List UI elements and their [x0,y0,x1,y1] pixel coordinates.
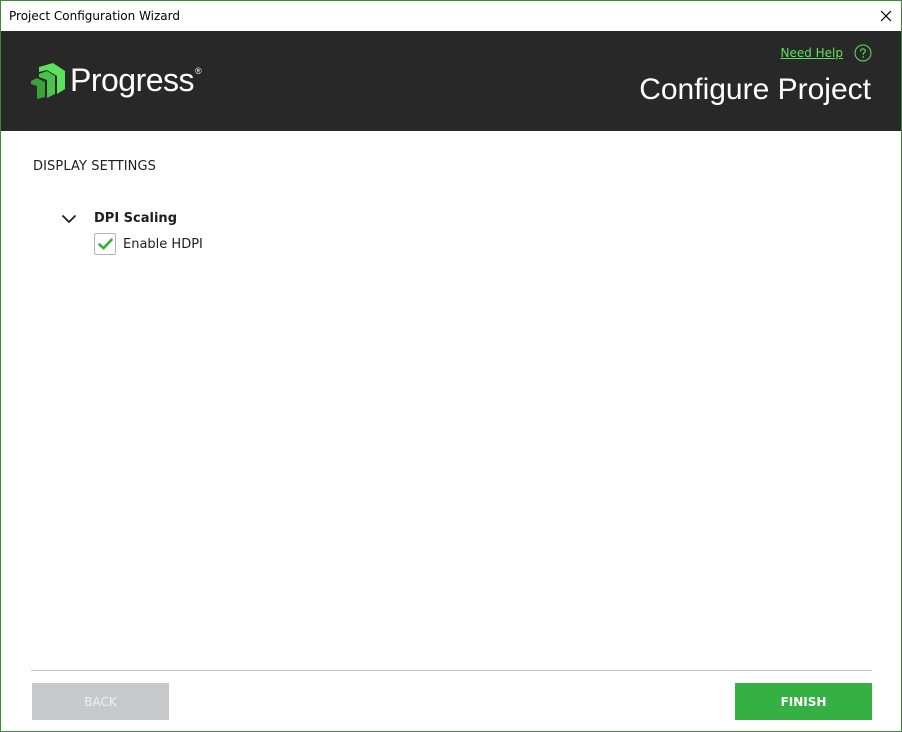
section-title: DISPLAY SETTINGS [33,159,157,174]
option-enable-hdpi: Enable HDPI [94,233,203,255]
window-title: Project Configuration Wizard [9,9,180,23]
finish-button[interactable]: FINISH [735,683,872,720]
enable-hdpi-checkbox[interactable] [94,233,116,255]
title-bar: Project Configuration Wizard [1,1,901,31]
logo-registered-mark: ® [195,65,202,76]
checkmark-icon [97,238,113,250]
group-title: DPI Scaling [94,211,177,226]
question-circle-icon[interactable] [854,44,872,62]
enable-hdpi-label[interactable]: Enable HDPI [123,237,203,252]
chevron-down-icon [61,214,77,223]
header-banner: Progress ® Need Help Configure Project [1,31,901,131]
wizard-window: Project Configuration Wizard Progress ® … [0,0,902,732]
close-icon [880,10,892,22]
footer-divider [31,670,872,671]
progress-logo-icon [31,62,65,99]
progress-logo: Progress ® [31,62,202,99]
back-button[interactable]: BACK [32,683,169,720]
logo-wordmark: Progress [70,62,195,98]
need-help-link[interactable]: Need Help [780,46,843,60]
close-button[interactable] [871,1,901,31]
page-title: Configure Project [639,73,871,106]
group-header-dpi-scaling[interactable]: DPI Scaling [61,211,177,226]
